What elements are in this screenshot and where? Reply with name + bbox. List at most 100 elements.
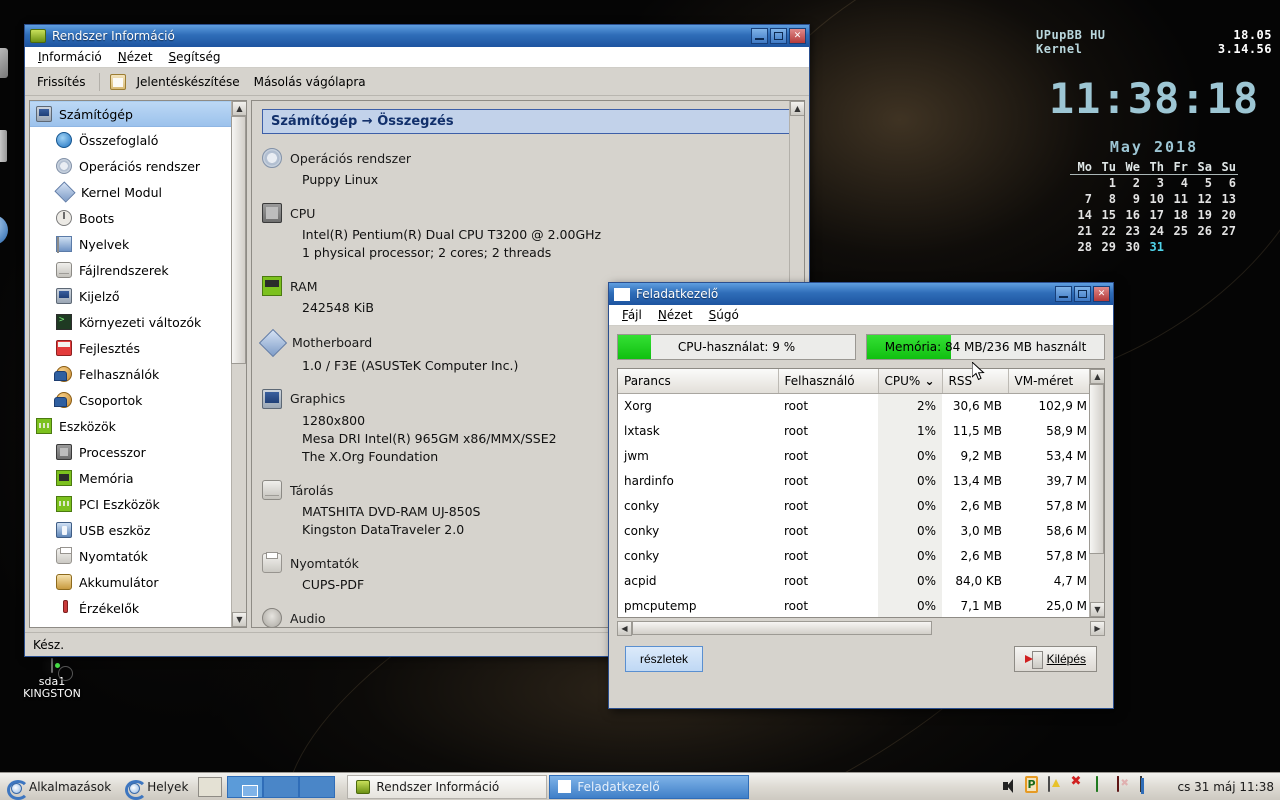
- calendar-day: [1070, 175, 1094, 192]
- sidebar-item-csoportok[interactable]: Csoportok: [30, 387, 246, 413]
- maximize-button[interactable]: [770, 28, 787, 44]
- process-table-header[interactable]: Parancs Felhasználó CPU% ⌄ RSS VM-méret: [618, 369, 1094, 394]
- sidebar-item-pci-eszk-z-k[interactable]: PCI Eszközök: [30, 491, 246, 517]
- table-row[interactable]: lxtask root 1% 11,5 MB 58,9 M: [618, 418, 1093, 443]
- minimize-button[interactable]: [1055, 286, 1072, 302]
- terminal-icon[interactable]: [1140, 776, 1167, 796]
- column-header-vm-m-ret[interactable]: VM-méret: [1008, 369, 1094, 394]
- scroll-down-button[interactable]: ▼: [232, 612, 246, 627]
- sidebar-item--sszefoglal-[interactable]: Összefoglaló: [30, 127, 246, 153]
- hardinfo-toolbar[interactable]: Frissítés Jelentéskészítése Másolás vágó…: [25, 68, 809, 96]
- sidebar-item-kijelz-[interactable]: Kijelző: [30, 283, 246, 309]
- process-table-hscrollbar[interactable]: ◀ ▶: [617, 620, 1105, 636]
- task-manager-window[interactable]: Feladatkezelő ✕ Fájl Nézet Súgó CPU-hasz…: [608, 282, 1114, 709]
- workspace-1[interactable]: [227, 775, 264, 798]
- refresh-button[interactable]: Frissítés: [33, 73, 89, 91]
- details-button[interactable]: részletek: [625, 646, 704, 672]
- menu-fajl[interactable]: Fájl: [615, 306, 649, 324]
- scroll-down-button[interactable]: ▼: [1090, 602, 1104, 617]
- table-row[interactable]: acpid root 0% 84,0 KB 4,7 M: [618, 568, 1093, 593]
- table-row[interactable]: conky root 0% 2,6 MB 57,8 M: [618, 543, 1093, 568]
- hardinfo-titlebar[interactable]: Rendszer Információ ✕: [25, 25, 809, 47]
- taskbar-item-rendszer-informacio[interactable]: Rendszer Információ: [347, 774, 548, 799]
- system-tray[interactable]: P cs 31 máj 11:38: [1002, 776, 1280, 796]
- process-table-container[interactable]: Parancs Felhasználó CPU% ⌄ RSS VM-méret Xorg…: [617, 368, 1105, 618]
- exit-button[interactable]: Kilépés: [1013, 646, 1097, 672]
- taskmgr-menubar[interactable]: Fájl Nézet Súgó: [609, 305, 1113, 326]
- sidebar-item-mem-ria[interactable]: Memória: [30, 465, 246, 491]
- close-button[interactable]: ✕: [789, 28, 806, 44]
- desktop-icon-sda1[interactable]: sda1 KINGSTON: [4, 658, 100, 701]
- scroll-up-button[interactable]: ▲: [232, 101, 246, 116]
- sidebar-item-processzor[interactable]: Processzor: [30, 439, 246, 465]
- menu-sugo[interactable]: Súgó: [702, 306, 746, 324]
- column-header-cpu-[interactable]: CPU% ⌄: [878, 369, 943, 394]
- close-button[interactable]: ✕: [1093, 286, 1110, 302]
- menu-segitseg[interactable]: Segítség: [162, 48, 228, 66]
- table-row[interactable]: jwm root 0% 9,2 MB 53,4 M: [618, 443, 1093, 468]
- sidebar-item-eszk-z-k[interactable]: Eszközök: [30, 413, 246, 439]
- hscrollbar-thumb[interactable]: [632, 621, 932, 635]
- battery-icon[interactable]: [1048, 776, 1067, 796]
- desktop-icon-partial-2[interactable]: K: [0, 130, 12, 181]
- sidebar-item-oper-ci-s-rendszer[interactable]: Operációs rendszer: [30, 153, 246, 179]
- menu-nezet[interactable]: Nézet: [111, 48, 160, 66]
- hardinfo-tree[interactable]: Számítógép Összefoglaló Operációs rendszer…: [29, 100, 247, 628]
- hardinfo-window-buttons[interactable]: ✕: [751, 28, 806, 44]
- places-menu-button[interactable]: Helyek: [118, 774, 195, 800]
- menu-nezet[interactable]: Nézet: [651, 306, 700, 324]
- table-row[interactable]: hardinfo root 0% 13,4 MB 39,7 M: [618, 468, 1093, 493]
- generate-report-button[interactable]: Jelentéskészítése: [132, 73, 243, 91]
- taskbar[interactable]: Alkalmazások Helyek Rendszer Információ …: [0, 772, 1280, 800]
- menu-informacio[interactable]: Információ: [31, 48, 109, 66]
- minimize-button[interactable]: [751, 28, 768, 44]
- scroll-up-button[interactable]: ▲: [1090, 369, 1104, 384]
- vscrollbar-thumb[interactable]: [1089, 384, 1104, 554]
- sidebar-item-sz-m-t-g-p[interactable]: Számítógép: [30, 101, 246, 127]
- tree-scrollbar-thumb[interactable]: [231, 116, 246, 364]
- network-disconnected-icon[interactable]: [1071, 777, 1090, 796]
- sidebar-item-boots[interactable]: Boots: [30, 205, 246, 231]
- column-header-parancs[interactable]: Parancs: [618, 369, 779, 394]
- applications-menu-button[interactable]: Alkalmazások: [0, 774, 118, 800]
- workspace-pager[interactable]: [227, 775, 336, 799]
- cpu-icon: [262, 203, 282, 224]
- sidebar-item-kernel-modul[interactable]: Kernel Modul: [30, 179, 246, 205]
- usb-icon: [56, 522, 72, 538]
- taskmgr-titlebar[interactable]: Feladatkezelő ✕: [609, 283, 1113, 305]
- maximize-button[interactable]: [1074, 286, 1091, 302]
- taskmgr-window-buttons[interactable]: ✕: [1055, 286, 1110, 302]
- sidebar-item--rz-kel-k[interactable]: Érzékelők: [30, 595, 246, 621]
- desktop-icon-partial-3[interactable]: Bö: [0, 215, 12, 264]
- taskbar-item-feladatkezelo[interactable]: Feladatkezelő: [549, 774, 750, 799]
- workspace-3[interactable]: [299, 775, 336, 798]
- sidebar-item-nyomtat-k[interactable]: Nyomtatók: [30, 543, 246, 569]
- desktop-icon-partial-1[interactable]: R: [0, 48, 12, 97]
- table-row[interactable]: Xorg root 2% 30,6 MB 102,9 M: [618, 393, 1093, 418]
- speaker-icon[interactable]: [1002, 777, 1021, 796]
- table-row[interactable]: pmcputemp root 0% 7,1 MB 25,0 M: [618, 593, 1093, 617]
- tree-scrollbar[interactable]: ▲ ▼: [231, 101, 246, 627]
- sidebar-item-nyelvek[interactable]: Nyelvek: [30, 231, 246, 257]
- show-desktop-button[interactable]: [198, 776, 223, 797]
- column-header-felhaszn-l-[interactable]: Felhasználó: [778, 369, 879, 394]
- workspace-2[interactable]: [263, 775, 300, 798]
- scroll-up-button[interactable]: ▲: [790, 101, 804, 116]
- sidebar-item-usb-eszk-z[interactable]: USB eszköz: [30, 517, 246, 543]
- sidebar-item-f-jlrendszerek[interactable]: Fájlrendszerek: [30, 257, 246, 283]
- drive-icon[interactable]: [1094, 776, 1113, 796]
- firewall-shield-icon[interactable]: [1117, 776, 1136, 796]
- clipboard-icon[interactable]: P: [1025, 776, 1044, 796]
- scroll-left-button[interactable]: ◀: [617, 620, 632, 636]
- scroll-right-button[interactable]: ▶: [1090, 620, 1105, 636]
- process-table-vscrollbar[interactable]: ▲ ▼: [1089, 369, 1104, 617]
- table-row[interactable]: conky root 0% 2,6 MB 57,8 M: [618, 493, 1093, 518]
- hardinfo-menubar[interactable]: Információ Nézet Segítség: [25, 47, 809, 68]
- sidebar-item-akkumul-tor[interactable]: Akkumulátor: [30, 569, 246, 595]
- copy-to-clipboard-button[interactable]: Másolás vágólapra: [250, 73, 370, 91]
- sidebar-item-k-rnyezeti-v-ltoz-k[interactable]: Környezeti változók: [30, 309, 246, 335]
- table-row[interactable]: conky root 0% 3,0 MB 58,6 M: [618, 518, 1093, 543]
- sidebar-item-fejleszt-s[interactable]: Fejlesztés: [30, 335, 246, 361]
- process-table[interactable]: Parancs Felhasználó CPU% ⌄ RSS VM-méret Xorg…: [618, 369, 1094, 617]
- sidebar-item-felhaszn-l-k[interactable]: Felhasználók: [30, 361, 246, 387]
